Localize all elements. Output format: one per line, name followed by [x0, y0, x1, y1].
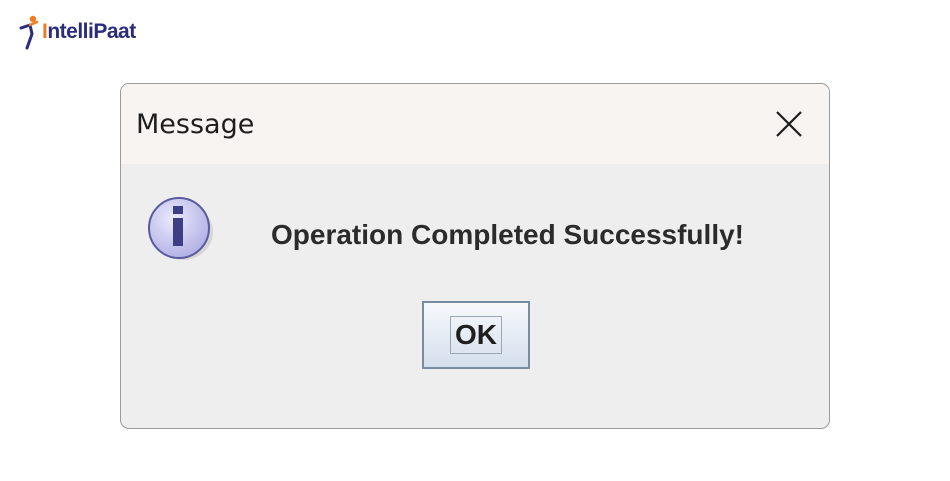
close-icon — [776, 111, 802, 137]
intellipaat-logo: IntelliPaat — [18, 12, 136, 52]
close-button[interactable] — [771, 106, 807, 142]
ok-button-label: OK — [450, 316, 502, 354]
ok-button[interactable]: OK — [422, 301, 530, 369]
info-icon — [148, 197, 213, 260]
dialog-body: Operation Completed Successfully! OK — [121, 164, 829, 428]
dialog-message: Operation Completed Successfully! — [271, 219, 744, 250]
intellipaat-figure-icon — [19, 15, 39, 50]
logo-wordmark: IntelliPaat — [42, 20, 136, 43]
dialog-title: Message — [136, 108, 255, 140]
message-dialog: Message Operation Completed Successfully… — [120, 83, 830, 429]
screen: IntelliPaat Message Operation Completed … — [0, 0, 950, 481]
dialog-titlebar: Message — [121, 84, 829, 164]
